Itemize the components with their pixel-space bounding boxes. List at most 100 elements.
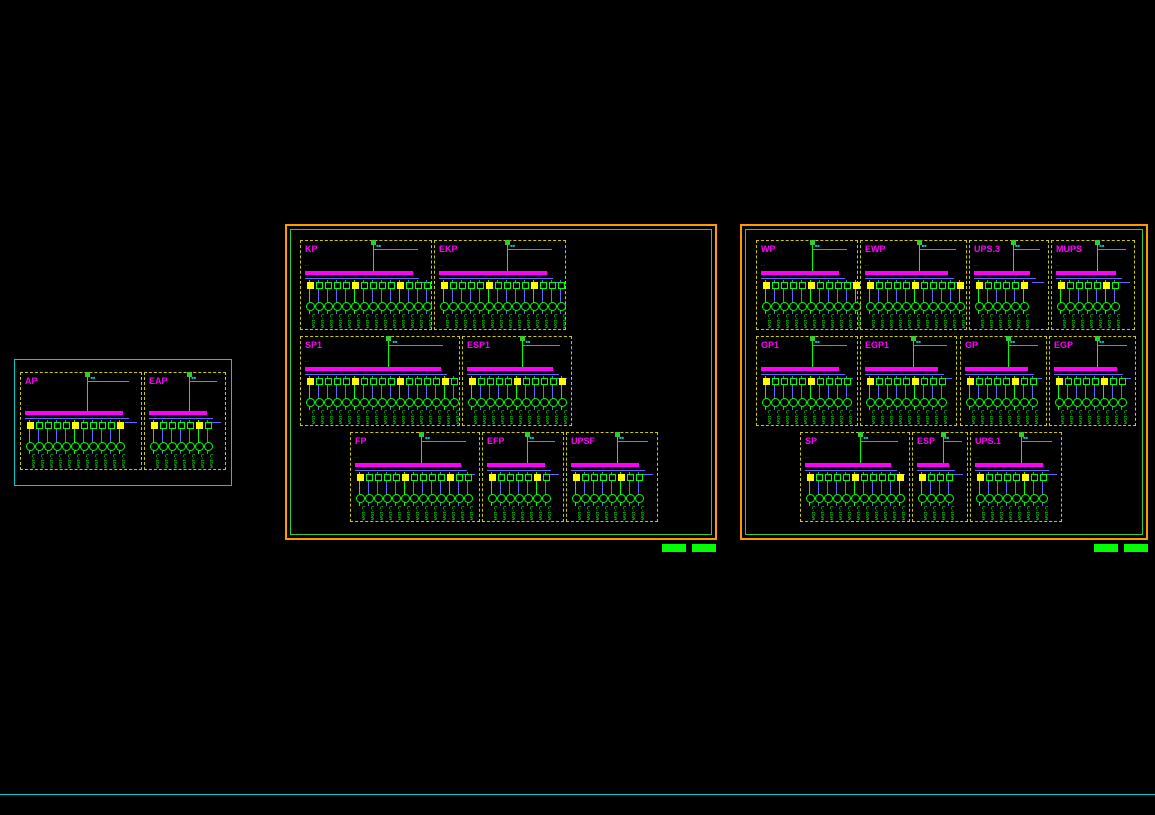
- load-icon: [494, 302, 503, 311]
- load-icon: [464, 494, 473, 503]
- load-icon: [116, 442, 125, 451]
- panel-esp1: ESP1■■C-16AC-16AC-16AC-16AC-16AC-16AC-16…: [462, 336, 572, 426]
- feeder-label: C-16A: [1030, 506, 1039, 530]
- breaker-icon: [1056, 378, 1063, 385]
- breaker-icon: [772, 378, 779, 385]
- breaker-icon: [334, 282, 341, 289]
- load-icon: [387, 302, 396, 311]
- breaker-icon: [438, 474, 445, 481]
- panel-inlet-cable: [527, 441, 555, 442]
- feeder-label: C-16A: [816, 410, 825, 434]
- load-icon: [1030, 494, 1039, 503]
- panel-note: ■■: [1010, 339, 1015, 344]
- panel-title: UPS.1: [975, 436, 1001, 446]
- breaker-icon: [600, 474, 607, 481]
- feeder-label: C-16A: [911, 410, 920, 434]
- breaker-icon: [1085, 282, 1092, 289]
- feeder-label: C-16A: [1118, 410, 1127, 434]
- load-icon: [369, 302, 378, 311]
- feeder-label: C-16A: [1002, 314, 1011, 338]
- busbar: [305, 367, 441, 371]
- busbar: [355, 463, 461, 467]
- load-icon: [626, 494, 635, 503]
- panel-note: ■■: [510, 243, 515, 248]
- feeder-label: C-16A: [807, 314, 816, 338]
- breaker-icon: [1012, 282, 1019, 289]
- load-icon: [994, 494, 1003, 503]
- feeder-label: C-16A: [524, 506, 533, 530]
- feeder-label: C-16A: [1084, 314, 1093, 338]
- breaker-icon: [397, 282, 404, 289]
- breaker-icon: [540, 282, 547, 289]
- panel-subnote: ···: [1056, 263, 1060, 268]
- load-icon: [902, 302, 911, 311]
- load-icon: [477, 398, 486, 407]
- breaker-icon: [985, 282, 992, 289]
- load-icon: [798, 398, 807, 407]
- feeder-label: C-16A: [975, 314, 984, 338]
- panel-subnote: ···: [917, 455, 921, 460]
- breaker-icon: [894, 282, 901, 289]
- breaker-icon: [447, 474, 454, 481]
- load-icon: [468, 398, 477, 407]
- feeder-label: C-16A: [522, 410, 531, 434]
- load-icon: [1020, 302, 1029, 311]
- breaker-icon: [994, 282, 1001, 289]
- panel-gp: GP■■C-16AC-16AC-16AC-16AC-16AC-16AC-16AC…: [960, 336, 1047, 426]
- breaker-icon: [1030, 378, 1037, 385]
- load-icon: [993, 398, 1002, 407]
- load-icon: [984, 302, 993, 311]
- breaker-icon: [1067, 282, 1074, 289]
- panel-ekp: EKP■■C-16AC-16AC-16AC-16AC-16AC-16AC-16A…: [434, 240, 566, 330]
- panel-subnote: ···: [149, 403, 153, 408]
- panel-inlet: [421, 435, 422, 463]
- load-icon: [834, 302, 843, 311]
- load-icon: [428, 494, 437, 503]
- panel-ups-3: UPS.3■■C-16AC-16AC-16AC-16AC-16AC-16A···: [969, 240, 1049, 330]
- load-icon: [333, 398, 342, 407]
- feeder-label: C-16A: [834, 314, 843, 338]
- load-icon: [966, 398, 975, 407]
- panel-title: KP: [305, 244, 318, 254]
- load-icon: [902, 398, 911, 407]
- load-icon: [441, 398, 450, 407]
- breaker-icon: [495, 282, 502, 289]
- breaker-icon: [921, 282, 928, 289]
- breaker-icon: [1076, 282, 1083, 289]
- feeder-label: C-16A: [789, 314, 798, 338]
- breaker-icon: [54, 422, 61, 429]
- panel-title: EGP: [1054, 340, 1073, 350]
- feeder-label: C-16A: [324, 410, 333, 434]
- panel-note: ■■: [864, 435, 869, 440]
- feeder-label: C-16A: [825, 410, 834, 434]
- breaker-icon: [897, 474, 904, 481]
- feeder-label: C-16A: [920, 314, 929, 338]
- panel-eap: EAP■■C-16AC-16AC-16AC-16AC-16AC-16AC-16A…: [144, 372, 226, 470]
- panel-title: UPSF: [571, 436, 595, 446]
- breaker-icon: [967, 378, 974, 385]
- panel-subnote: ···: [571, 455, 575, 460]
- breaker-icon: [799, 378, 806, 385]
- breaker-icon: [478, 378, 485, 385]
- feeder-label: C-16A: [437, 506, 446, 530]
- busbar: [761, 367, 839, 371]
- breaker-icon: [948, 282, 955, 289]
- load-icon: [557, 302, 566, 311]
- feeder-label: C-16A: [44, 454, 53, 478]
- panel-inlet: [527, 435, 528, 463]
- panel-inlet: [812, 243, 813, 271]
- breaker-icon: [912, 282, 919, 289]
- panel-inlet-cable: [919, 249, 956, 250]
- feeder-label: C-16A: [419, 506, 428, 530]
- breaker-icon: [513, 282, 520, 289]
- feeder-label: C-16A: [467, 314, 476, 338]
- breaker-icon: [861, 474, 868, 481]
- breaker-icon: [366, 474, 373, 481]
- breaker-icon: [534, 474, 541, 481]
- feeder-label: C-16A: [789, 410, 798, 434]
- breaker-icon: [559, 378, 566, 385]
- feeder-label: C-16A: [342, 410, 351, 434]
- feeder-label: C-16A: [396, 314, 405, 338]
- load-icon: [590, 494, 599, 503]
- breaker-icon: [178, 422, 185, 429]
